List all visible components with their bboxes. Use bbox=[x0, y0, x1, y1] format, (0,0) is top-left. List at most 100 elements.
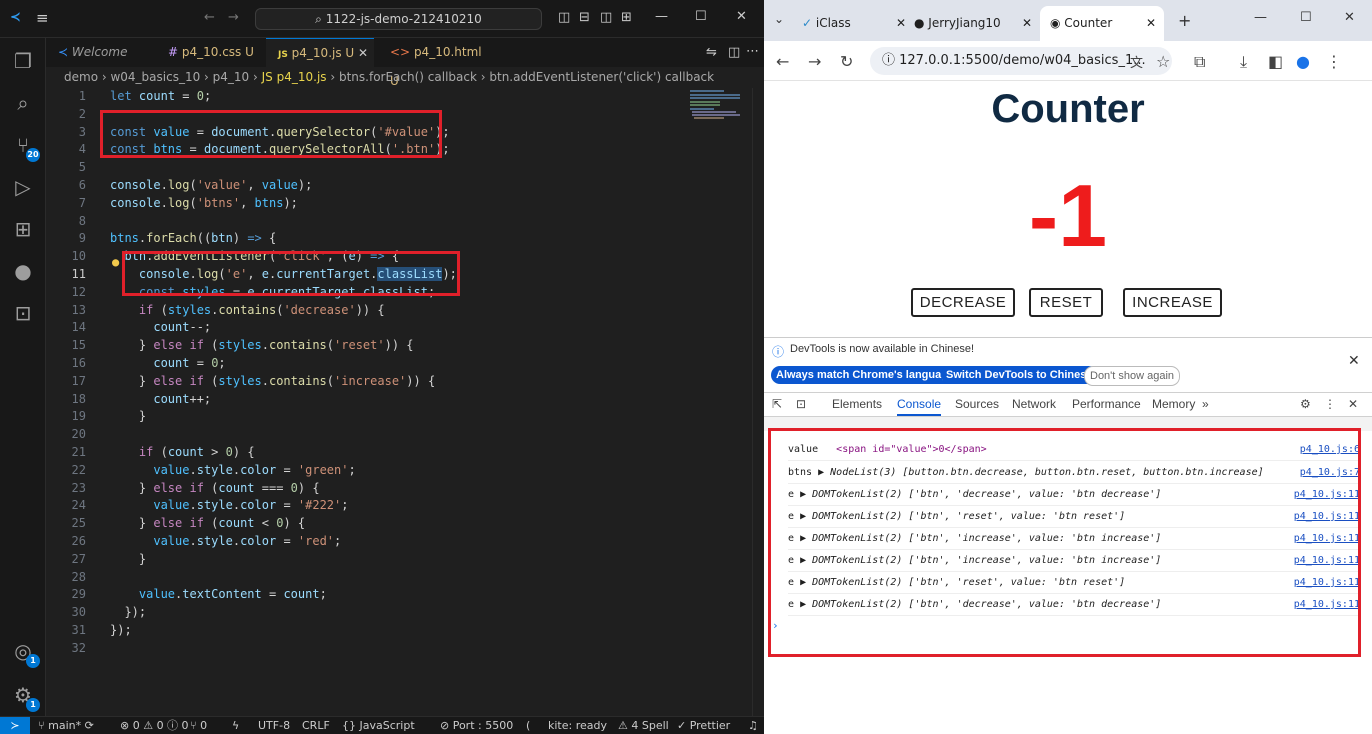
download-icon[interactable]: ⤓ bbox=[1240, 52, 1247, 72]
close-tab-icon[interactable]: ✕ bbox=[358, 46, 368, 60]
refresh-icon[interactable]: ( bbox=[526, 717, 530, 734]
toggle-sidebar-icon[interactable]: ◫ bbox=[558, 10, 570, 25]
decrease-button[interactable]: DECREASE bbox=[911, 288, 1015, 317]
reset-button[interactable]: RESET bbox=[1029, 288, 1103, 317]
close-icon[interactable]: ✕ bbox=[736, 9, 747, 24]
switch-devtools-chinese-button[interactable]: Switch DevTools to Chinese bbox=[941, 366, 1098, 384]
explorer-icon[interactable]: ❐ bbox=[10, 48, 36, 74]
breadcrumb-item[interactable]: btn.addEventListener('click') callback bbox=[489, 70, 714, 84]
tab-elements[interactable]: Elements bbox=[832, 393, 882, 416]
site-info-icon[interactable]: ⓘ bbox=[882, 53, 899, 68]
python-icon[interactable]: ● bbox=[10, 258, 36, 284]
chrome-menu-icon[interactable]: ⋮ bbox=[1326, 52, 1342, 71]
notifications-icon[interactable]: ♫ bbox=[748, 717, 758, 734]
branch-status[interactable]: ⑂ main* ⟳ bbox=[38, 717, 94, 734]
close-tab-icon[interactable]: ✕ bbox=[1146, 6, 1156, 41]
split-editor-icon[interactable]: ◫ bbox=[728, 45, 740, 60]
menu-icon[interactable]: ≡ bbox=[36, 9, 49, 27]
tab-welcome[interactable]: ≺ Welcome bbox=[46, 38, 152, 67]
side-panel-icon[interactable]: ◧ bbox=[1268, 52, 1283, 71]
encoding-status[interactable]: UTF-8 bbox=[258, 717, 290, 734]
minimap[interactable] bbox=[688, 88, 758, 178]
breadcrumb-item[interactable]: btns.forEach() callback bbox=[339, 70, 477, 84]
tab-performance[interactable]: Performance bbox=[1072, 393, 1141, 416]
accounts-icon[interactable]: ◎ 1 bbox=[10, 638, 40, 668]
code-line: 8 bbox=[46, 213, 746, 231]
extensions-icon[interactable]: ⧉ bbox=[1194, 52, 1205, 72]
live-server-status[interactable]: ⊘ Port : 5500 bbox=[440, 717, 513, 734]
maximize-icon[interactable]: ☐ bbox=[1300, 10, 1312, 25]
js-file-icon: JS bbox=[278, 50, 288, 60]
source-control-icon[interactable]: ⑂ 20 bbox=[10, 132, 40, 162]
chrome-tab-counter[interactable]: ◉ Counter ✕ bbox=[1040, 6, 1164, 41]
increase-button[interactable]: INCREASE bbox=[1123, 288, 1222, 317]
code-line: 28 bbox=[46, 569, 746, 587]
bookmark-star-icon[interactable]: ☆ bbox=[1156, 52, 1170, 71]
prettier-status[interactable]: ✓ Prettier bbox=[677, 717, 730, 734]
tab-network[interactable]: Network bbox=[1012, 393, 1056, 416]
settings-gear-icon[interactable]: ⚙ 1 bbox=[10, 682, 40, 712]
tab-js[interactable]: JS p4_10.js U ✕ bbox=[266, 38, 374, 67]
profile-avatar-icon[interactable]: ● bbox=[1296, 52, 1310, 71]
back-arrow-icon[interactable]: ← bbox=[776, 52, 789, 71]
layout-icon[interactable]: ⊞ bbox=[621, 10, 632, 25]
address-bar[interactable]: ⓘ 127.0.0.1:5500/demo/w04_basics_1... bbox=[870, 47, 1172, 75]
editor-scrollbar[interactable] bbox=[752, 88, 764, 716]
breadcrumb-item[interactable]: JS p4_10.js bbox=[262, 70, 327, 84]
run-debug-icon[interactable]: ▷ bbox=[10, 174, 36, 200]
customize-menu-icon[interactable]: ⋮ bbox=[1324, 393, 1336, 416]
more-tabs-icon[interactable]: » bbox=[1202, 393, 1209, 416]
settings-gear-icon[interactable]: ⚙ bbox=[1300, 393, 1311, 416]
remote-indicator-icon[interactable]: ≻ bbox=[0, 717, 30, 734]
remote-explorer-icon[interactable]: ⊡ bbox=[10, 300, 36, 326]
close-tab-icon[interactable]: ✕ bbox=[896, 6, 906, 41]
minimize-icon[interactable]: — bbox=[1254, 10, 1267, 25]
dont-show-again-button[interactable]: Don't show again bbox=[1084, 366, 1181, 386]
tab-sources[interactable]: Sources bbox=[955, 393, 999, 416]
ports-status[interactable]: ⑂ 0 bbox=[190, 717, 207, 734]
new-tab-icon[interactable]: + bbox=[1178, 11, 1191, 30]
translate-icon[interactable]: 文 bbox=[1130, 52, 1143, 71]
more-actions-icon[interactable]: ⋯ bbox=[746, 44, 759, 59]
extensions-icon[interactable]: ⊞ bbox=[10, 216, 36, 242]
eol-status[interactable]: CRLF bbox=[302, 717, 330, 734]
close-infobar-icon[interactable]: ✕ bbox=[1348, 352, 1360, 369]
language-status[interactable]: {} JavaScript bbox=[342, 717, 415, 734]
tab-css[interactable]: # p4_10.css U bbox=[156, 38, 262, 67]
device-toolbar-icon[interactable]: ⊡ bbox=[796, 393, 806, 416]
always-match-language-button[interactable]: Always match Chrome's language bbox=[771, 366, 960, 384]
breadcrumb-item[interactable]: p4_10 bbox=[213, 70, 250, 84]
tab-html[interactable]: <> p4_10.html U bbox=[378, 38, 486, 88]
tab-search-icon[interactable]: ⌄ bbox=[774, 12, 784, 26]
chrome-tab-iclass[interactable]: ✓ iClass ✕ bbox=[802, 6, 910, 41]
minimize-icon[interactable]: — bbox=[655, 9, 668, 24]
broadcast-icon[interactable]: ϟ bbox=[232, 717, 239, 734]
spell-status[interactable]: ⚠ 4 Spell bbox=[618, 717, 669, 734]
code-line: 6 console.log('value', value); bbox=[46, 177, 746, 195]
reload-icon[interactable]: ↻ bbox=[840, 52, 853, 71]
command-center-search[interactable]: ⌕ 1122-js-demo-212410210 bbox=[255, 8, 542, 30]
chrome-tab-github[interactable]: ● JerryJiang10 ✕ bbox=[914, 6, 1036, 41]
compare-icon[interactable]: ⇋ bbox=[706, 45, 717, 60]
kite-status[interactable]: kite: ready bbox=[548, 717, 607, 734]
tab-memory[interactable]: Memory bbox=[1152, 393, 1195, 416]
lightbulb-icon[interactable]: ● bbox=[112, 255, 119, 269]
close-icon[interactable]: ✕ bbox=[1344, 10, 1355, 25]
forward-arrow-icon[interactable]: → bbox=[808, 52, 821, 71]
close-tab-icon[interactable]: ✕ bbox=[1022, 6, 1032, 41]
toggle-secondary-sidebar-icon[interactable]: ◫ bbox=[600, 10, 612, 25]
maximize-icon[interactable]: ☐ bbox=[695, 9, 707, 24]
breadcrumb-item[interactable]: demo bbox=[64, 70, 98, 84]
tab-console[interactable]: Console bbox=[897, 393, 942, 416]
back-arrow-icon[interactable]: ← bbox=[204, 10, 215, 25]
close-devtools-icon[interactable]: ✕ bbox=[1348, 393, 1358, 416]
forward-arrow-icon[interactable]: → bbox=[228, 10, 239, 25]
vscode-window: ≺ ≡ ← → ⌕ 1122-js-demo-212410210 ◫ ⊟ ◫ ⊞… bbox=[0, 0, 764, 734]
inspect-element-icon[interactable]: ⇱ bbox=[772, 393, 782, 416]
breadcrumb-item[interactable]: w04_basics_10 bbox=[110, 70, 200, 84]
toggle-panel-icon[interactable]: ⊟ bbox=[579, 10, 590, 25]
code-editor[interactable]: 1 let count = 0; 2 3 const value = documen… bbox=[46, 88, 752, 716]
search-icon[interactable]: ⌕ bbox=[10, 90, 36, 116]
problems-status[interactable]: ⊗ 0 ⚠ 0 ⓘ 0 bbox=[120, 717, 189, 734]
chrome-toolbar: ← → ↻ ⓘ 127.0.0.1:5500/demo/w04_basics_1… bbox=[764, 41, 1372, 81]
